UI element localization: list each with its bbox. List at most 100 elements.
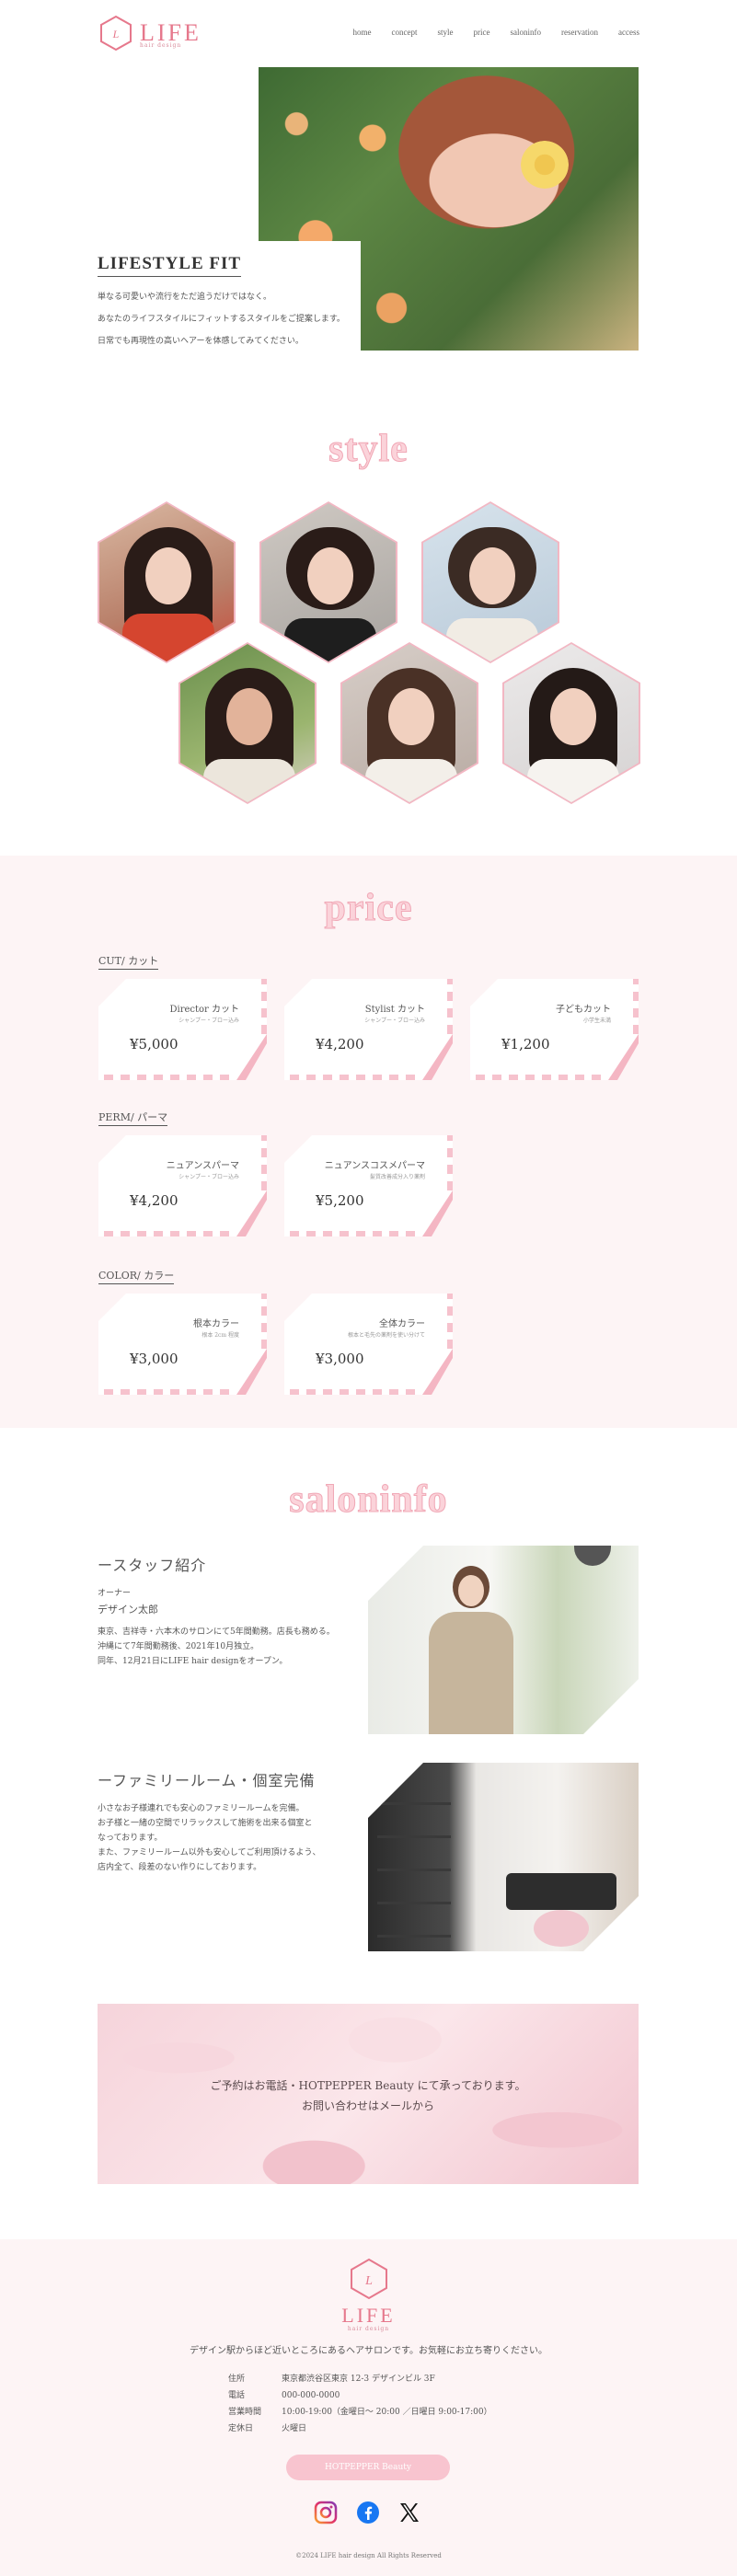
price-value: ¥5,000 <box>130 1036 178 1052</box>
svg-text:L: L <box>364 2274 373 2288</box>
style-photo-4[interactable] <box>178 642 317 804</box>
price-item-note: 小学生未満 <box>582 1018 611 1024</box>
price-item-note: シャンプー・ブロー込み <box>178 1018 239 1024</box>
price-card: Director カットシャンプー・ブロー込み ¥5,000 <box>98 979 267 1080</box>
price-card: 子どもカット小学生未満 ¥1,200 <box>470 979 639 1080</box>
hero-line: あなたのライフスタイルにフィットするスタイルをご提案します。 <box>98 315 345 324</box>
hero-description: 単なる可愛いや流行をただ追うだけではなく。 あなたのライフスタイルにフィットする… <box>98 286 361 352</box>
main-nav: home concept style price saloninfo reser… <box>353 28 639 37</box>
hero-text-box: LIFESTYLE FIT 単なる可愛いや流行をただ追うだけではなく。 あなたの… <box>98 241 361 351</box>
price-card: 全体カラー根本と毛先の薬剤を使い分けて ¥3,000 <box>284 1294 453 1395</box>
family-description: 小さなお子様連れでも安心のファミリールームを完備。 お子様と一緒の空間でリラック… <box>98 1801 364 1875</box>
nav-price[interactable]: price <box>474 28 490 37</box>
price-value: ¥3,000 <box>316 1351 364 1367</box>
family-heading: ーファミリールーム・個室完備 <box>98 1772 316 1789</box>
footer-phone: 電話 000-000-0000 <box>228 2388 340 2400</box>
reservation-banner: ご予約はお電話・HOTPEPPER Beauty にて承っております。 お問い合… <box>98 2004 639 2184</box>
price-item-note: シャンプー・ブロー込み <box>364 1018 425 1024</box>
instagram-icon[interactable] <box>314 2501 338 2524</box>
family-line: また、ファミリールーム以外も安心してご利用頂けるよう、 <box>98 1848 321 1857</box>
info-key: 営業時間 <box>228 2408 262 2417</box>
footer-holiday: 定休日 火曜日 <box>228 2421 306 2433</box>
price-item-name: 子どもカット <box>556 1005 611 1015</box>
nav-style[interactable]: style <box>438 28 454 37</box>
staff-heading: ースタッフ紹介 <box>98 1557 207 1574</box>
style-photo-1[interactable] <box>98 501 236 663</box>
style-photo-2[interactable] <box>259 501 397 663</box>
footer-brand-sub: hair design <box>347 2326 390 2332</box>
footer-address: 住所 東京都渋谷区東京 12-3 デザインビル 3F <box>228 2372 435 2384</box>
saloninfo-title: saloninfo <box>289 1478 448 1522</box>
price-card: 根本カラー根本 2cm 程度 ¥3,000 <box>98 1294 267 1395</box>
info-value: 火曜日 <box>282 2424 307 2433</box>
info-key: 住所 <box>228 2375 246 2384</box>
banner-line: お問い合わせはメールから <box>301 2099 434 2112</box>
nav-access[interactable]: access <box>618 28 639 37</box>
cut-category: CUT/ カット <box>98 953 159 970</box>
header: L LIFE hair design home concept style pr… <box>0 0 737 68</box>
hexagon-logo-icon: L <box>351 2258 387 2300</box>
info-key: 電話 <box>228 2391 246 2400</box>
price-value: ¥4,200 <box>316 1036 364 1052</box>
price-item-name: Stylist カット <box>364 1005 425 1015</box>
family-line: 小さなお子様連れでも安心のファミリールームを完備。 <box>98 1804 305 1813</box>
nav-reservation[interactable]: reservation <box>561 28 598 37</box>
perm-category: PERM/ パーマ <box>98 1110 168 1126</box>
footer-brand-name: LIFE <box>341 2304 396 2327</box>
nav-saloninfo[interactable]: saloninfo <box>511 28 542 37</box>
nav-concept[interactable]: concept <box>392 28 418 37</box>
brand-logo[interactable]: L LIFE hair design <box>98 15 202 52</box>
price-card: ニュアンスパーマシャンプー・ブロー込み ¥4,200 <box>98 1135 267 1236</box>
family-room-photo <box>368 1763 639 1951</box>
brand-sub: hair design <box>140 42 182 49</box>
style-photo-6[interactable] <box>502 642 640 804</box>
price-item-note: 根本と毛先の薬剤を使い分けて <box>347 1332 425 1339</box>
color-category: COLOR/ カラー <box>98 1268 175 1284</box>
price-card: ニュアンスコスメパーマ髪質改善成分入り薬剤 ¥5,200 <box>284 1135 453 1236</box>
price-item-note: 髪質改善成分入り薬剤 <box>369 1174 425 1180</box>
svg-text:L: L <box>112 28 120 40</box>
info-key: 定休日 <box>228 2424 254 2433</box>
hero-line: 日常でも再現性の高いヘアーを体感してみてください。 <box>98 337 304 346</box>
price-value: ¥1,200 <box>501 1036 550 1052</box>
footer: L LIFE hair design デザイン駅からほど近いところにあるヘアサロ… <box>0 2239 737 2576</box>
footer-tagline: デザイン駅からほど近いところにあるヘアサロンです。お気軽にお立ち寄りください。 <box>190 2346 547 2356</box>
price-item-name: Director カット <box>169 1005 239 1015</box>
banner-line: ご予約はお電話・HOTPEPPER Beauty にて承っております。 <box>210 2079 526 2092</box>
price-item-name: ニュアンスパーマ <box>166 1161 239 1171</box>
price-title: price <box>324 887 413 930</box>
x-icon[interactable] <box>397 2501 421 2524</box>
style-photo-5[interactable] <box>340 642 478 804</box>
price-value: ¥5,200 <box>316 1192 364 1209</box>
hero-title: LIFESTYLE FIT <box>98 254 242 277</box>
price-item-name: 根本カラー <box>193 1319 239 1329</box>
facebook-icon[interactable] <box>356 2501 380 2524</box>
staff-photo <box>368 1546 639 1734</box>
footer-hours: 営業時間 10:00-19:00（金曜日～ 20:00 ／日曜日 9:00-17:… <box>228 2405 492 2417</box>
nav-home[interactable]: home <box>353 28 372 37</box>
hotpepper-button[interactable]: HOTPEPPER Beauty <box>286 2455 450 2480</box>
family-line: なっております。 <box>98 1834 163 1843</box>
family-line: お子様と一緒の空間でリラックスして施術を出来る個室と <box>98 1819 313 1828</box>
style-title: style <box>328 428 409 471</box>
staff-name: デザイン太郎 <box>98 1604 158 1616</box>
staff-bio-line: 沖縄にて7年間勤務後、2021年10月独立。 <box>98 1642 259 1651</box>
staff-bio-line: 東京、吉祥寺・六本木のサロンにて5年間勤務。店長も務める。 <box>98 1627 335 1637</box>
info-value[interactable]: 000-000-0000 <box>282 2391 340 2400</box>
family-line: 店内全て、段差のない作りにしております。 <box>98 1863 262 1872</box>
staff-bio: 東京、吉祥寺・六本木のサロンにて5年間勤務。店長も務める。 沖縄にて7年間勤務後… <box>98 1625 364 1669</box>
hexagon-logo-icon: L <box>100 15 132 52</box>
price-item-name: 全体カラー <box>379 1319 425 1329</box>
banner-text: ご予約はお電話・HOTPEPPER Beauty にて承っております。 お問い合… <box>98 2076 639 2116</box>
style-photo-3[interactable] <box>421 501 559 663</box>
staff-bio-line: 同年、12月21日にLIFE hair designをオープン。 <box>98 1657 288 1666</box>
copyright: ©2024 LIFE hair design All Rights Reserv… <box>295 2552 442 2559</box>
price-item-name: ニュアンスコスメパーマ <box>324 1161 425 1171</box>
staff-role: オーナー <box>98 1589 132 1598</box>
hero-line: 単なる可愛いや流行をただ追うだけではなく。 <box>98 293 272 302</box>
price-card: Stylist カットシャンプー・ブロー込み ¥4,200 <box>284 979 453 1080</box>
price-value: ¥4,200 <box>130 1192 178 1209</box>
price-value: ¥3,000 <box>130 1351 178 1367</box>
price-item-note: 根本 2cm 程度 <box>202 1332 239 1339</box>
price-item-note: シャンプー・ブロー込み <box>178 1174 239 1180</box>
